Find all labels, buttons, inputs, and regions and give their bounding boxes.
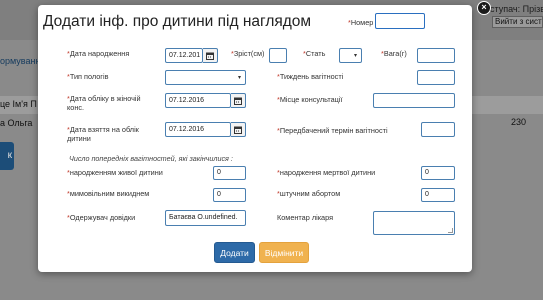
- chevron-down-icon: ▾: [353, 53, 357, 59]
- consultation-place-input[interactable]: [373, 93, 455, 108]
- calendar-icon: [206, 52, 214, 60]
- table-row-value: 230: [511, 117, 527, 127]
- close-icon[interactable]: ×: [477, 1, 491, 15]
- registration-taken-date-label: *Дата взяття на облік дитини: [67, 125, 139, 143]
- recipient-label: *Одержувач довідки: [67, 213, 136, 222]
- birth-type-select[interactable]: ▾: [165, 70, 246, 85]
- recipient-input[interactable]: Батаєва О.undefined.: [165, 210, 246, 226]
- registration-date-label: *Дата обліку в жіночій конс.: [67, 94, 141, 112]
- number-label: *Номер: [348, 18, 374, 27]
- calendar-icon: [234, 126, 242, 134]
- background-search-button[interactable]: к: [0, 142, 14, 170]
- expected-term-label: *Передбачений термін вагітності: [277, 126, 388, 135]
- pregnancy-week-input[interactable]: [417, 70, 455, 85]
- birth-date-input[interactable]: 07.12.201: [165, 48, 203, 63]
- expected-term-input[interactable]: [421, 122, 455, 137]
- table-row-name: а Ольга: [0, 118, 33, 128]
- registration-date-input[interactable]: 07.12.2016: [165, 93, 231, 108]
- weight-label: *Вага(г): [381, 49, 407, 58]
- registration-taken-date-calendar-button[interactable]: [231, 122, 246, 137]
- height-label: *Зріст(см): [231, 49, 265, 58]
- abortions-label: *штучним абортом: [277, 189, 341, 198]
- live-births-label: *народженням живої дитини: [67, 168, 163, 177]
- add-button[interactable]: Додати: [214, 242, 255, 263]
- abortions-input[interactable]: 0: [421, 188, 455, 202]
- chevron-down-icon: ▾: [237, 75, 241, 81]
- birth-type-label: *Тип пологів: [67, 72, 109, 81]
- resize-grip-icon[interactable]: [448, 228, 453, 233]
- forms-nav-link[interactable]: ормуванн: [0, 56, 40, 66]
- stillbirths-input[interactable]: 0: [421, 166, 455, 180]
- sex-label: *Стать: [303, 49, 326, 58]
- modal-title: Додати інф. про дитини під наглядом: [43, 13, 312, 30]
- miscarriages-label: *мимовільним викиднем: [67, 189, 150, 198]
- previous-pregnancies-note: Число попередніх вагітностей, які закінч…: [69, 154, 233, 163]
- doctor-comment-label: Коментар лікаря: [277, 213, 334, 222]
- table-header-name: це Ім'я П: [0, 99, 37, 109]
- miscarriages-input[interactable]: 0: [213, 188, 246, 202]
- logout-button[interactable]: Вийти з систем: [492, 16, 543, 28]
- sex-select[interactable]: ▾: [339, 48, 362, 63]
- registration-date-calendar-button[interactable]: [231, 93, 246, 108]
- stillbirths-label: *народження мертвої дитини: [277, 168, 376, 177]
- doctor-comment-textarea[interactable]: [373, 211, 455, 235]
- calendar-icon: [234, 97, 242, 105]
- cancel-button[interactable]: Відмінити: [259, 242, 309, 263]
- height-input[interactable]: [269, 48, 287, 63]
- weight-input[interactable]: [417, 48, 455, 63]
- user-label: ступач: Прізв: [490, 4, 543, 14]
- pregnancy-week-label: *Тиждень вагітності: [277, 72, 344, 81]
- birth-date-calendar-button[interactable]: [203, 48, 218, 63]
- number-input[interactable]: [375, 13, 425, 29]
- live-births-input[interactable]: 0: [213, 166, 246, 180]
- birth-date-label: *Дата народження: [67, 49, 130, 58]
- registration-taken-date-input[interactable]: 07.12.2016: [165, 122, 231, 137]
- consultation-place-label: *Місце консультації: [277, 95, 343, 104]
